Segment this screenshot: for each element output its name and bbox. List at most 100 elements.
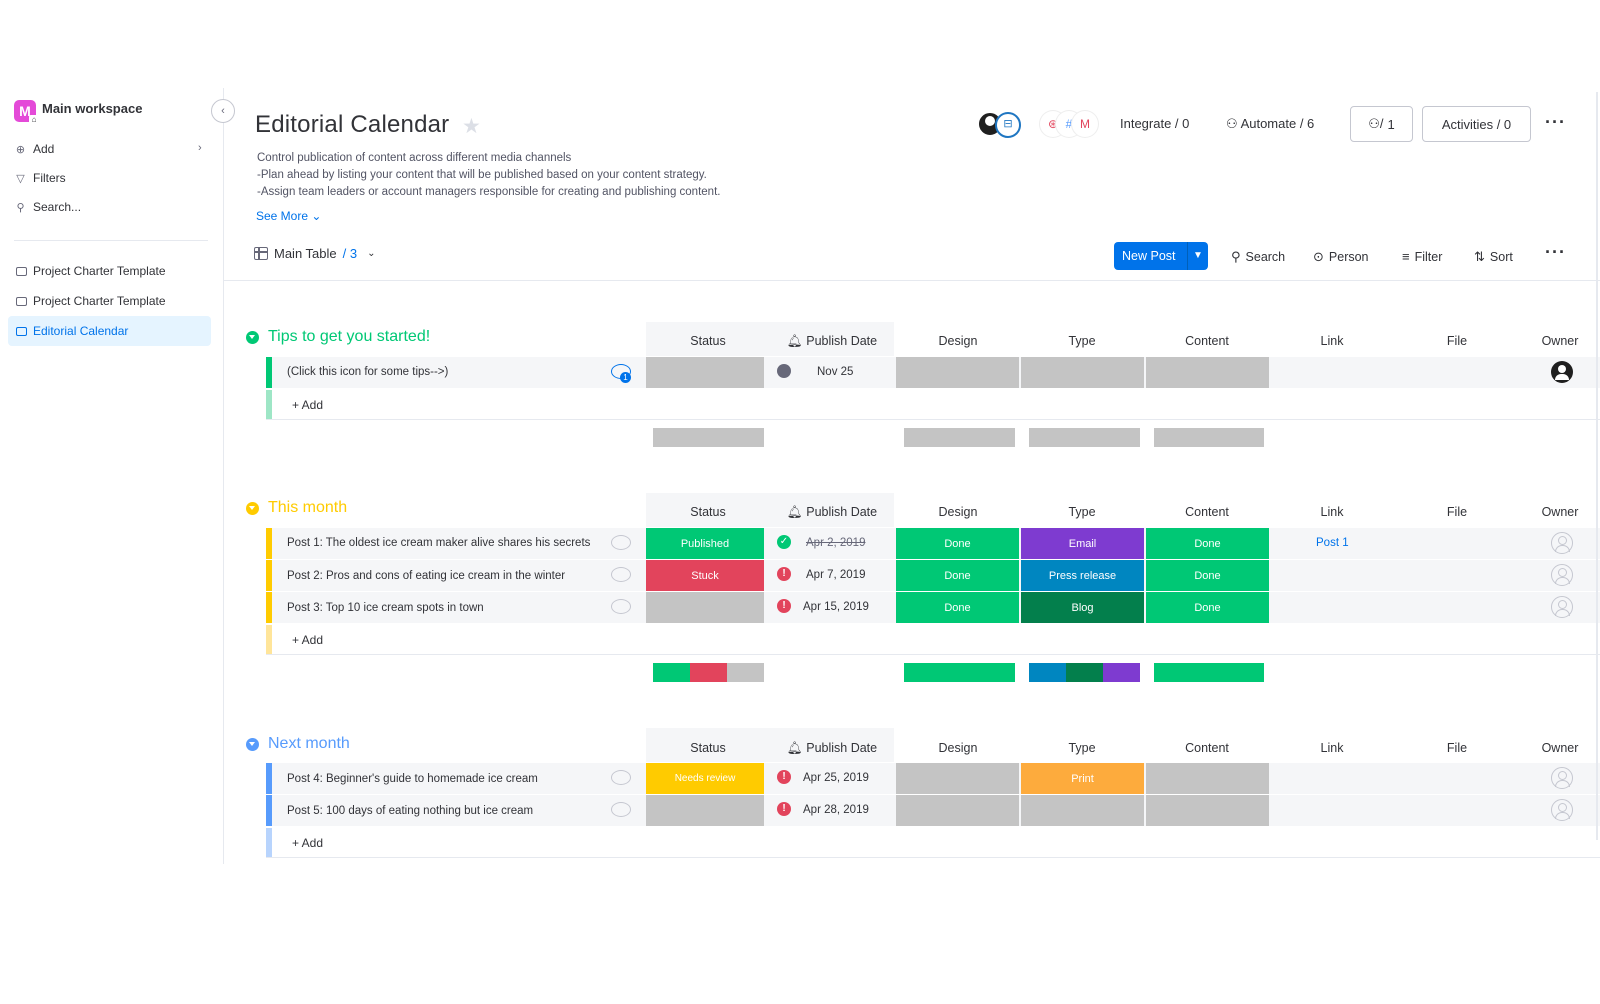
date-cell[interactable]: Apr 25, 2019 xyxy=(803,772,869,784)
owner-placeholder-icon[interactable] xyxy=(1551,767,1573,789)
column-header-publish-date[interactable]: 🔔︎ Publish Date xyxy=(770,505,894,520)
column-header-status[interactable]: Status xyxy=(646,505,770,519)
content-cell[interactable]: Done xyxy=(1146,592,1269,623)
column-header-file[interactable]: File xyxy=(1395,505,1519,519)
search-button[interactable]: ⚲ Search xyxy=(1231,249,1285,265)
design-cell[interactable] xyxy=(896,763,1019,794)
design-cell[interactable] xyxy=(896,795,1019,826)
add-item-input[interactable]: + Add xyxy=(292,633,323,647)
chat-bubble-icon[interactable] xyxy=(611,567,631,582)
item-name[interactable]: Post 1: The oldest ice cream maker alive… xyxy=(287,537,590,549)
column-header-status[interactable]: Status xyxy=(646,741,770,755)
status-cell[interactable]: Needs review xyxy=(646,763,764,794)
board-members-avatars[interactable]: ⊟ xyxy=(977,111,1025,138)
more-options-icon[interactable]: ··· xyxy=(1545,112,1566,133)
column-header-owner[interactable]: Owner xyxy=(1520,741,1600,755)
column-header-design[interactable]: Design xyxy=(896,505,1020,519)
new-post-button[interactable]: New Post ▼ xyxy=(1114,242,1208,270)
item-name[interactable]: Post 3: Top 10 ice cream spots in town xyxy=(287,602,484,614)
column-header-type[interactable]: Type xyxy=(1020,334,1144,348)
add-item-input[interactable]: + Add xyxy=(292,398,323,412)
group-collapse-icon[interactable] xyxy=(246,330,259,344)
status-cell[interactable] xyxy=(646,357,764,388)
chevron-down-icon[interactable]: ▼ xyxy=(1187,242,1208,270)
more-options-icon[interactable]: ··· xyxy=(1545,242,1566,263)
see-more-link[interactable]: See More ⌄ xyxy=(256,209,321,223)
chat-bubble-icon[interactable] xyxy=(611,770,631,785)
type-cell[interactable]: Email xyxy=(1021,528,1144,559)
status-cell[interactable]: Stuck xyxy=(646,560,764,591)
column-header-link[interactable]: Link xyxy=(1270,334,1394,348)
sort-button[interactable]: ⇅ Sort xyxy=(1474,249,1513,265)
date-cell[interactable]: Apr 28, 2019 xyxy=(803,804,869,816)
column-header-file[interactable]: File xyxy=(1395,334,1519,348)
date-cell[interactable]: Apr 2, 2019 xyxy=(806,537,865,549)
column-header-publish-date[interactable]: 🔔︎ Publish Date xyxy=(770,334,894,349)
design-cell[interactable]: Done xyxy=(896,560,1019,591)
status-cell[interactable] xyxy=(646,795,764,826)
automate-button[interactable]: ⚇ Automate / 6 xyxy=(1226,116,1314,132)
group-collapse-icon[interactable] xyxy=(246,501,259,515)
tab-main-table[interactable]: Main Table / 3 ⌄ xyxy=(254,246,376,261)
sidebar-filters[interactable]: ▽ Filters xyxy=(14,171,65,185)
column-header-link[interactable]: Link xyxy=(1270,741,1394,755)
type-cell[interactable]: Press release xyxy=(1021,560,1144,591)
person-filter-button[interactable]: ⊙ Person xyxy=(1313,249,1369,265)
item-name[interactable]: Post 2: Pros and cons of eating ice crea… xyxy=(287,570,565,582)
chat-bubble-icon[interactable] xyxy=(611,535,631,550)
owner-placeholder-icon[interactable] xyxy=(1551,564,1573,586)
integrate-button[interactable]: Integrate / 0 xyxy=(1120,116,1189,131)
integration-apps[interactable]: ⊛ # M xyxy=(1040,111,1110,137)
type-cell[interactable]: Blog xyxy=(1021,592,1144,623)
members-button[interactable]: ⚇/ 1 xyxy=(1350,106,1413,142)
column-header-design[interactable]: Design xyxy=(896,741,1020,755)
item-name[interactable]: Post 4: Beginner's guide to homemade ice… xyxy=(287,773,538,785)
workspace-logo[interactable]: M ⌂ xyxy=(14,100,39,125)
activities-button[interactable]: Activities / 0 xyxy=(1422,106,1531,142)
column-header-type[interactable]: Type xyxy=(1020,505,1144,519)
link-cell[interactable]: Post 1 xyxy=(1316,537,1349,549)
design-cell[interactable] xyxy=(896,357,1019,388)
status-cell[interactable]: Published xyxy=(646,528,764,559)
column-header-content[interactable]: Content xyxy=(1145,334,1269,348)
group-collapse-icon[interactable] xyxy=(246,737,259,751)
content-cell[interactable] xyxy=(1146,357,1269,388)
sidebar-search[interactable]: ⚲ Search... xyxy=(14,200,81,214)
owner-placeholder-icon[interactable] xyxy=(1551,532,1573,554)
chevron-down-icon[interactable]: ⌄ xyxy=(367,248,375,259)
collapse-sidebar-icon[interactable]: ‹ xyxy=(211,99,235,123)
design-cell[interactable]: Done xyxy=(896,528,1019,559)
owner-placeholder-icon[interactable] xyxy=(1551,596,1573,618)
item-name[interactable]: Post 5: 100 days of eating nothing but i… xyxy=(287,805,533,817)
group-title-this-month[interactable]: This month xyxy=(246,499,347,517)
workspace-name[interactable]: Main workspace xyxy=(42,101,142,116)
column-header-owner[interactable]: Owner xyxy=(1520,334,1600,348)
column-header-publish-date[interactable]: 🔔︎ Publish Date xyxy=(770,741,894,756)
chat-bubble-icon[interactable] xyxy=(611,802,631,817)
group-title-tips[interactable]: Tips to get you started! xyxy=(246,328,430,346)
column-header-link[interactable]: Link xyxy=(1270,505,1394,519)
group-title-next-month[interactable]: Next month xyxy=(246,735,350,753)
owner-avatar[interactable] xyxy=(1551,361,1573,383)
design-cell[interactable]: Done xyxy=(896,592,1019,623)
sidebar-item-project-charter-2[interactable]: Project Charter Template xyxy=(8,286,211,316)
date-cell[interactable]: Apr 15, 2019 xyxy=(803,601,869,613)
date-cell[interactable]: Apr 7, 2019 xyxy=(806,569,865,581)
star-icon[interactable]: ★ xyxy=(462,114,481,139)
item-name[interactable]: (Click this icon for some tips-->) xyxy=(287,366,448,378)
sidebar-item-editorial-calendar[interactable]: Editorial Calendar xyxy=(8,316,211,346)
board-title[interactable]: Editorial Calendar xyxy=(255,111,449,139)
chat-bubble-icon[interactable] xyxy=(611,599,631,614)
content-cell[interactable] xyxy=(1146,763,1269,794)
type-cell[interactable] xyxy=(1021,357,1144,388)
owner-placeholder-icon[interactable] xyxy=(1551,799,1573,821)
status-cell[interactable] xyxy=(646,592,764,623)
content-cell[interactable] xyxy=(1146,795,1269,826)
content-cell[interactable]: Done xyxy=(1146,560,1269,591)
column-header-file[interactable]: File xyxy=(1395,741,1519,755)
scrollbar[interactable] xyxy=(1596,92,1598,840)
column-header-type[interactable]: Type xyxy=(1020,741,1144,755)
chevron-right-icon[interactable]: › xyxy=(198,142,202,154)
filter-button[interactable]: ≡ Filter xyxy=(1402,249,1442,264)
type-cell[interactable]: Print xyxy=(1021,763,1144,794)
